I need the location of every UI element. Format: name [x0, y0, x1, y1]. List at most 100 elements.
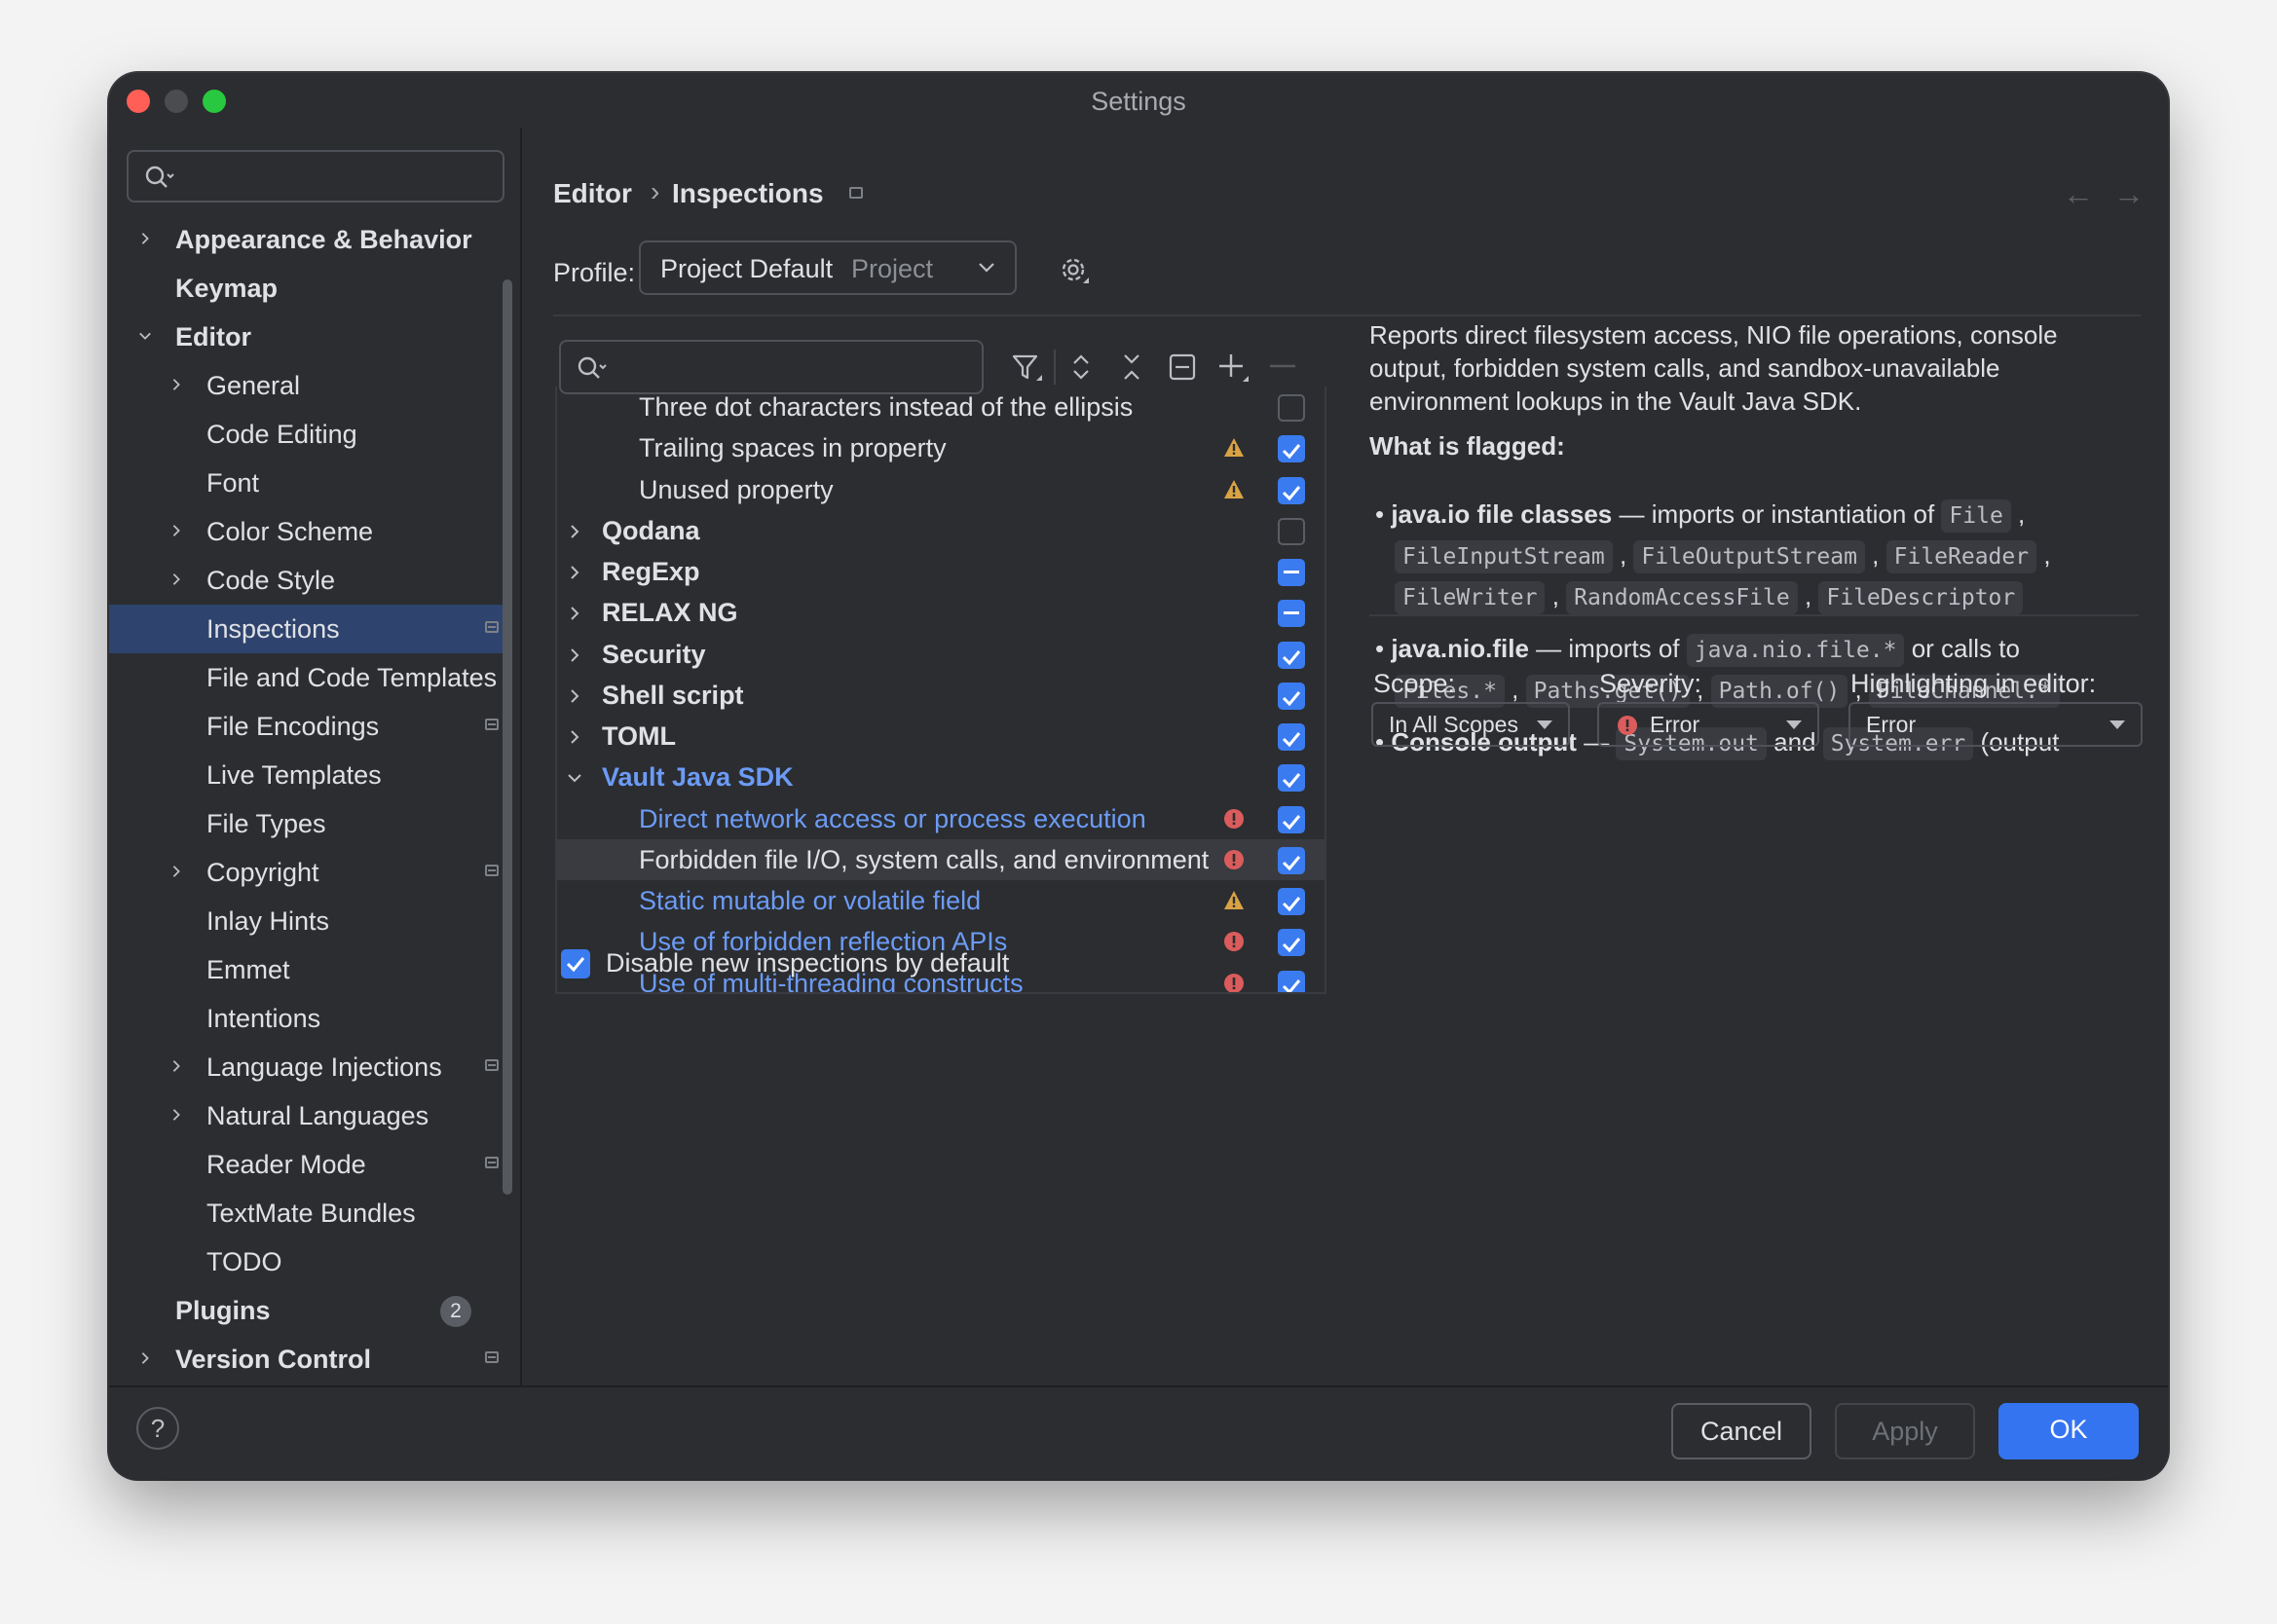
- sidebar-item-file-and-code-templates[interactable]: File and Code Templates: [109, 653, 506, 702]
- inspection-row-forbidden-file-i-o-system-calls-and-environment[interactable]: Forbidden file I/O, system calls, and en…: [557, 838, 1325, 880]
- inspection-enabled-checkbox[interactable]: [1278, 476, 1305, 504]
- chevron-down-icon[interactable]: [138, 329, 152, 343]
- apply-button[interactable]: Apply: [1835, 1403, 1975, 1459]
- sidebar-item-color-scheme[interactable]: Color Scheme: [109, 507, 506, 556]
- sidebar-item-label: File and Code Templates: [206, 663, 498, 692]
- scope-dropdown[interactable]: In All Scopes: [1371, 702, 1570, 747]
- sidebar-item-natural-languages[interactable]: Natural Languages: [109, 1091, 506, 1140]
- chevron-right-icon[interactable]: [169, 865, 183, 878]
- inspection-enabled-checkbox[interactable]: [1278, 435, 1305, 463]
- sidebar-item-general[interactable]: General: [109, 361, 506, 410]
- ok-button[interactable]: OK: [1998, 1403, 2139, 1459]
- sidebar-item-font[interactable]: Font: [109, 459, 506, 507]
- description-bullet-java-io: • java.io file classes — imports or inst…: [1375, 494, 2135, 616]
- sidebar-item-code-style[interactable]: Code Style: [109, 556, 506, 605]
- gear-icon[interactable]: [1056, 252, 1095, 291]
- disable-new-inspections-checkbox[interactable]: [561, 949, 590, 978]
- sidebar-item-file-encodings[interactable]: File Encodings: [109, 702, 506, 751]
- add-icon[interactable]: [1215, 350, 1250, 385]
- sidebar-item-label: Emmet: [206, 955, 290, 984]
- chevron-right-icon[interactable]: [567, 565, 582, 580]
- back-arrow-icon[interactable]: ←: [2063, 176, 2094, 212]
- inspection-enabled-checkbox[interactable]: [1278, 888, 1305, 915]
- inspection-row-direct-network-access-or-process-execution[interactable]: Direct network access or process executi…: [557, 798, 1325, 839]
- sidebar-item-textmate-bundles[interactable]: TextMate Bundles: [109, 1189, 506, 1237]
- chevron-right-icon[interactable]: [567, 647, 582, 663]
- inspection-enabled-checkbox[interactable]: [1278, 641, 1305, 669]
- inspection-enabled-checkbox[interactable]: [1278, 846, 1305, 874]
- reset-to-default-icon[interactable]: [1165, 350, 1200, 385]
- chevron-right-icon[interactable]: [567, 606, 582, 621]
- sidebar-item-keymap[interactable]: Keymap: [109, 264, 506, 313]
- sidebar-item-reader-mode[interactable]: Reader Mode: [109, 1140, 506, 1189]
- sidebar-item-live-templates[interactable]: Live Templates: [109, 751, 506, 799]
- expand-all-icon[interactable]: [1064, 350, 1099, 385]
- inspection-enabled-checkbox[interactable]: [1278, 559, 1305, 586]
- chevron-right-icon[interactable]: [169, 524, 183, 537]
- highlighting-dropdown[interactable]: Error: [1848, 702, 2143, 747]
- sidebar-search-input[interactable]: [127, 150, 504, 203]
- inspection-row-relax-ng[interactable]: RELAX NG: [557, 592, 1325, 633]
- inspection-row-security[interactable]: Security: [557, 634, 1325, 675]
- collapse-all-icon[interactable]: [1114, 350, 1149, 385]
- code-span: FileDescriptor: [1818, 581, 2024, 614]
- inspection-row-unused-property[interactable]: Unused property: [557, 469, 1325, 510]
- code-span: FileReader: [1885, 540, 2037, 573]
- inspection-enabled-checkbox[interactable]: [1278, 723, 1305, 751]
- chevron-right-icon[interactable]: [567, 688, 582, 704]
- sidebar-item-label: Keymap: [175, 274, 279, 303]
- cancel-button[interactable]: Cancel: [1671, 1403, 1811, 1459]
- inspection-row-vault-java-sdk[interactable]: Vault Java SDK: [557, 757, 1325, 797]
- inspection-enabled-checkbox[interactable]: [1278, 805, 1305, 833]
- inspection-enabled-checkbox[interactable]: [1278, 682, 1305, 710]
- sidebar-item-editor[interactable]: Editor: [109, 313, 506, 361]
- error-icon: [1618, 716, 1637, 735]
- sidebar-item-inlay-hints[interactable]: Inlay Hints: [109, 897, 506, 945]
- inspection-row-regexp[interactable]: RegExp: [557, 551, 1325, 592]
- chevron-right-icon[interactable]: [169, 1108, 183, 1122]
- sidebar-item-code-editing[interactable]: Code Editing: [109, 410, 506, 459]
- inspection-row-static-mutable-or-volatile-field[interactable]: Static mutable or volatile field: [557, 880, 1325, 921]
- severity-dropdown[interactable]: Error: [1597, 702, 1819, 747]
- filter-icon[interactable]: [1009, 350, 1044, 385]
- chevron-right-icon[interactable]: [169, 378, 183, 391]
- chevron-right-icon[interactable]: [567, 524, 582, 539]
- inspection-enabled-checkbox[interactable]: [1278, 764, 1305, 793]
- forward-arrow-icon[interactable]: →: [2113, 176, 2145, 212]
- help-button[interactable]: ?: [136, 1407, 179, 1450]
- sidebar-item-emmet[interactable]: Emmet: [109, 945, 506, 994]
- sidebar-item-version-control[interactable]: Version Control: [109, 1335, 506, 1384]
- chevron-down-icon[interactable]: [567, 770, 582, 786]
- profile-dropdown[interactable]: Project Default Project: [639, 240, 1017, 295]
- error-icon: [1224, 808, 1244, 829]
- breadcrumb-inspections: Inspections: [672, 178, 824, 208]
- sidebar-item-todo[interactable]: TODO: [109, 1237, 506, 1286]
- inspection-row-shell-script[interactable]: Shell script: [557, 675, 1325, 716]
- inspection-row-toml[interactable]: TOML: [557, 716, 1325, 757]
- chevron-right-icon[interactable]: [138, 232, 152, 245]
- sidebar-item-label: Version Control: [175, 1345, 372, 1374]
- chevron-right-icon[interactable]: [169, 572, 183, 586]
- inspection-enabled-checkbox[interactable]: [1278, 600, 1305, 628]
- inspection-row-trailing-spaces-in-property[interactable]: Trailing spaces in property: [557, 427, 1325, 468]
- inspection-enabled-checkbox[interactable]: [1278, 929, 1305, 957]
- inspection-enabled-checkbox[interactable]: [1278, 394, 1305, 422]
- sidebar-item-appearance-behavior[interactable]: Appearance & Behavior: [109, 215, 506, 264]
- inspection-row-three-dot-characters-instead-of-the-ellipsis[interactable]: Three dot characters instead of the elli…: [557, 387, 1325, 427]
- chevron-right-icon[interactable]: [169, 1059, 183, 1073]
- sidebar-item-language-injections[interactable]: Language Injections: [109, 1043, 506, 1091]
- inspection-enabled-checkbox[interactable]: [1278, 517, 1305, 545]
- remove-icon[interactable]: [1266, 350, 1301, 385]
- chevron-right-icon[interactable]: [138, 1351, 152, 1365]
- chevron-right-icon[interactable]: [567, 729, 582, 745]
- sidebar-scrollbar[interactable]: [503, 279, 512, 1195]
- sidebar-item-copyright[interactable]: Copyright: [109, 848, 506, 897]
- sidebar-item-plugins[interactable]: Plugins 2: [109, 1286, 506, 1335]
- sidebar-item-intentions[interactable]: Intentions: [109, 994, 506, 1043]
- breadcrumb-editor[interactable]: Editor: [553, 178, 632, 209]
- inspection-enabled-checkbox[interactable]: [1278, 970, 1305, 992]
- inspection-row-qodana[interactable]: Qodana: [557, 510, 1325, 551]
- inspection-label: RELAX NG: [602, 598, 738, 628]
- sidebar-item-file-types[interactable]: File Types: [109, 799, 506, 848]
- sidebar-item-inspections[interactable]: Inspections: [109, 605, 506, 653]
